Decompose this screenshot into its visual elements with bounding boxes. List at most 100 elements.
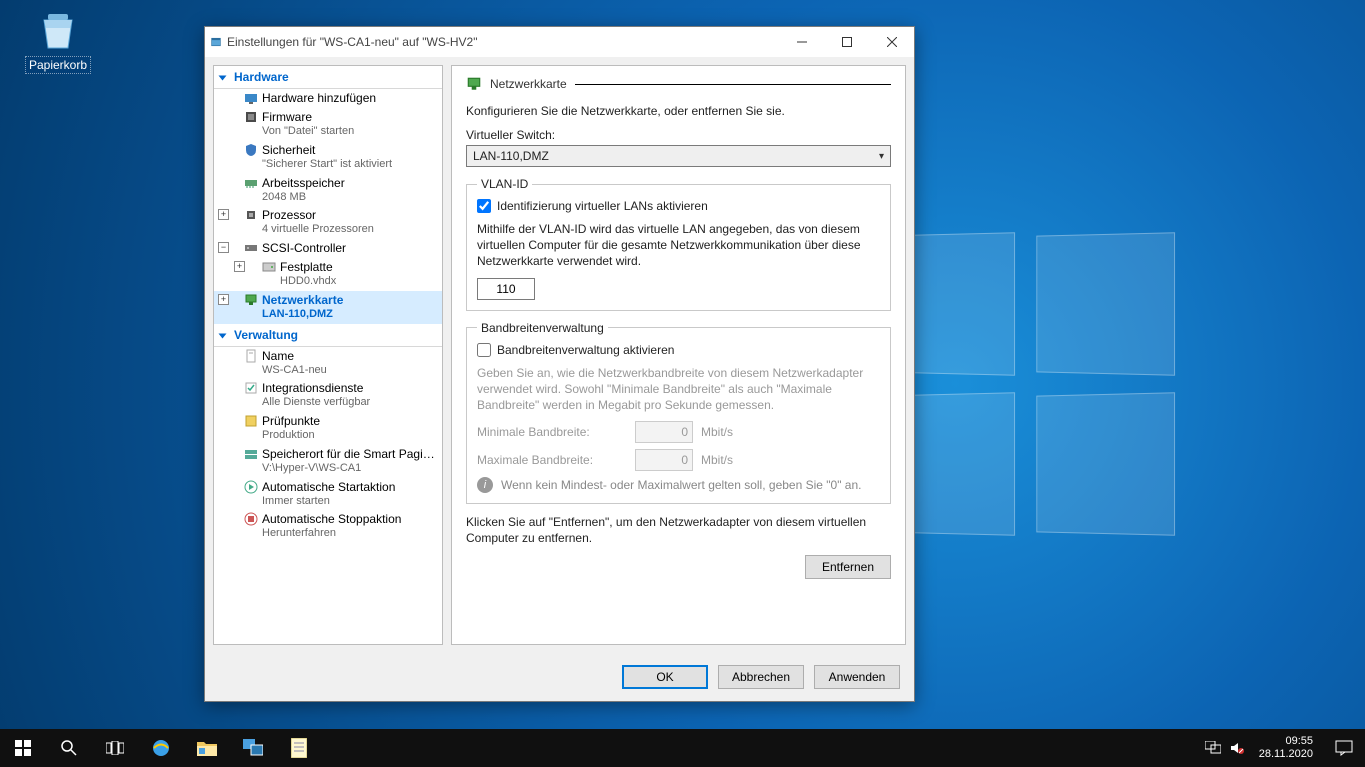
tree-item-harddisk[interactable]: + Festplatte HDD0.vhdx <box>214 258 442 291</box>
file-explorer-icon <box>197 740 217 756</box>
vlan-enable-checkbox[interactable] <box>477 199 491 213</box>
tree-item-autostart[interactable]: Automatische Startaktion Immer starten <box>214 478 442 511</box>
apply-button[interactable]: Anwenden <box>814 665 900 689</box>
virtual-switch-dropdown[interactable]: LAN-110,DMZ ▾ <box>466 145 891 167</box>
start-button[interactable] <box>0 729 46 767</box>
vlan-enable-label: Identifizierung virtueller LANs aktivier… <box>497 199 708 213</box>
action-center-button[interactable] <box>1323 729 1365 767</box>
settings-window: Einstellungen für "WS-CA1-neu" auf "WS-H… <box>204 26 915 702</box>
vlan-id-input[interactable] <box>477 278 535 300</box>
remove-button[interactable]: Entfernen <box>805 555 891 579</box>
search-button[interactable] <box>46 729 92 767</box>
shield-icon <box>244 143 258 157</box>
harddisk-icon <box>262 260 276 274</box>
titlebar[interactable]: Einstellungen für "WS-CA1-neu" auf "WS-H… <box>205 27 914 57</box>
play-icon <box>244 480 258 494</box>
services-icon <box>244 381 258 395</box>
vswitch-selected-value: LAN-110,DMZ <box>473 149 549 163</box>
taskbar-time: 09:55 <box>1259 735 1313 748</box>
search-icon <box>60 739 78 757</box>
tree-item-scsi[interactable]: − SCSI-Controller <box>214 239 442 258</box>
tree-item-security[interactable]: Sicherheit "Sicherer Start" ist aktivier… <box>214 141 442 174</box>
system-tray[interactable] <box>1205 741 1249 755</box>
min-bandwidth-unit: Mbit/s <box>701 425 733 439</box>
close-button[interactable] <box>869 28 914 56</box>
info-icon: i <box>477 477 493 493</box>
maximize-button[interactable] <box>824 28 869 56</box>
tree-section-management[interactable]: Verwaltung <box>214 324 442 347</box>
taskbar-app-explorer[interactable] <box>184 729 230 767</box>
internet-explorer-icon <box>150 737 172 759</box>
taskbar[interactable]: 09:55 28.11.2020 <box>0 729 1365 767</box>
dialog-footer: OK Abbrechen Anwenden <box>205 653 914 701</box>
checkpoint-icon <box>244 414 258 428</box>
vlan-hint: Mithilfe der VLAN-ID wird das virtuelle … <box>477 221 880 270</box>
tree-item-network[interactable]: + Netzwerkkarte LAN-110,DMZ <box>214 291 442 324</box>
panel-description: Konfigurieren Sie die Netzwerkkarte, ode… <box>466 104 891 118</box>
remove-description: Klicken Sie auf "Entfernen", um den Netz… <box>466 514 891 546</box>
taskbar-date: 28.11.2020 <box>1259 748 1313 761</box>
minimize-button[interactable] <box>779 28 824 56</box>
cpu-icon <box>244 208 258 222</box>
taskbar-app-hyperv[interactable] <box>230 729 276 767</box>
memory-icon <box>244 176 258 190</box>
window-icon <box>211 37 221 47</box>
max-bandwidth-label: Maximale Bandbreite: <box>477 453 627 467</box>
max-bandwidth-unit: Mbit/s <box>701 453 733 467</box>
add-hardware-icon <box>244 91 258 105</box>
tree-item-autostop[interactable]: Automatische Stoppaktion Herunterfahren <box>214 510 442 543</box>
notepad-icon <box>291 738 307 758</box>
storage-icon <box>244 447 258 461</box>
recycle-bin-label: Papierkorb <box>25 56 91 74</box>
min-bandwidth-label: Minimale Bandbreite: <box>477 425 627 439</box>
tree-item-add-hardware[interactable]: Hardware hinzufügen <box>214 89 442 108</box>
network-tray-icon[interactable] <box>1205 741 1221 755</box>
tree-item-integration[interactable]: Integrationsdienste Alle Dienste verfügb… <box>214 379 442 412</box>
tree-section-hardware[interactable]: Hardware <box>214 66 442 89</box>
bandwidth-fieldset: Bandbreitenverwaltung Bandbreitenverwalt… <box>466 321 891 505</box>
tree-item-name[interactable]: Name WS-CA1-neu <box>214 347 442 380</box>
stop-icon <box>244 512 258 526</box>
bandwidth-enable-checkbox-row[interactable]: Bandbreitenverwaltung aktivieren <box>477 343 880 357</box>
bandwidth-legend: Bandbreitenverwaltung <box>477 321 608 335</box>
bandwidth-enable-label: Bandbreitenverwaltung aktivieren <box>497 343 674 357</box>
tree-item-checkpoints[interactable]: Prüfpunkte Produktion <box>214 412 442 445</box>
volume-tray-icon[interactable] <box>1229 741 1245 755</box>
recycle-bin-desktop-icon[interactable]: Papierkorb <box>14 6 102 74</box>
tree-item-processor[interactable]: + Prozessor 4 virtuelle Prozessoren <box>214 206 442 239</box>
vlan-fieldset: VLAN-ID Identifizierung virtueller LANs … <box>466 177 891 311</box>
tree-item-firmware[interactable]: Firmware Von "Datei" starten <box>214 108 442 141</box>
hyperv-manager-icon <box>243 739 263 757</box>
document-icon <box>244 349 258 363</box>
task-view-icon <box>106 741 124 755</box>
recycle-bin-icon <box>34 6 82 54</box>
settings-tree[interactable]: Hardware Hardware hinzufügen Firmware Vo… <box>213 65 443 645</box>
cancel-button[interactable]: Abbrechen <box>718 665 804 689</box>
expander-icon[interactable]: − <box>218 242 229 253</box>
max-bandwidth-input <box>635 449 693 471</box>
bandwidth-hint: Geben Sie an, wie die Netzwerkbandbreite… <box>477 365 880 414</box>
window-title: Einstellungen für "WS-CA1-neu" auf "WS-H… <box>227 35 779 49</box>
network-adapter-icon <box>244 293 258 307</box>
notification-icon <box>1335 740 1353 756</box>
task-view-button[interactable] <box>92 729 138 767</box>
taskbar-app-notepad[interactable] <box>276 729 322 767</box>
network-adapter-icon <box>466 76 482 92</box>
chip-icon <box>244 110 258 124</box>
tree-item-memory[interactable]: Arbeitsspeicher 2048 MB <box>214 174 442 207</box>
settings-main-panel: Netzwerkkarte Konfigurieren Sie die Netz… <box>451 65 906 645</box>
vswitch-label: Virtueller Switch: <box>466 128 891 142</box>
expander-icon[interactable]: + <box>218 294 229 305</box>
vlan-enable-checkbox-row[interactable]: Identifizierung virtueller LANs aktivier… <box>477 199 880 213</box>
tree-item-smartpaging[interactable]: Speicherort für die Smart Paging-D… V:\H… <box>214 445 442 478</box>
taskbar-clock[interactable]: 09:55 28.11.2020 <box>1249 735 1323 761</box>
expander-icon[interactable]: + <box>234 261 245 272</box>
wallpaper-logo <box>874 234 1174 534</box>
ok-button[interactable]: OK <box>622 665 708 689</box>
bandwidth-enable-checkbox[interactable] <box>477 343 491 357</box>
chevron-down-icon: ▾ <box>879 151 884 162</box>
min-bandwidth-input <box>635 421 693 443</box>
vlan-legend: VLAN-ID <box>477 177 532 191</box>
taskbar-app-ie[interactable] <box>138 729 184 767</box>
expander-icon[interactable]: + <box>218 209 229 220</box>
